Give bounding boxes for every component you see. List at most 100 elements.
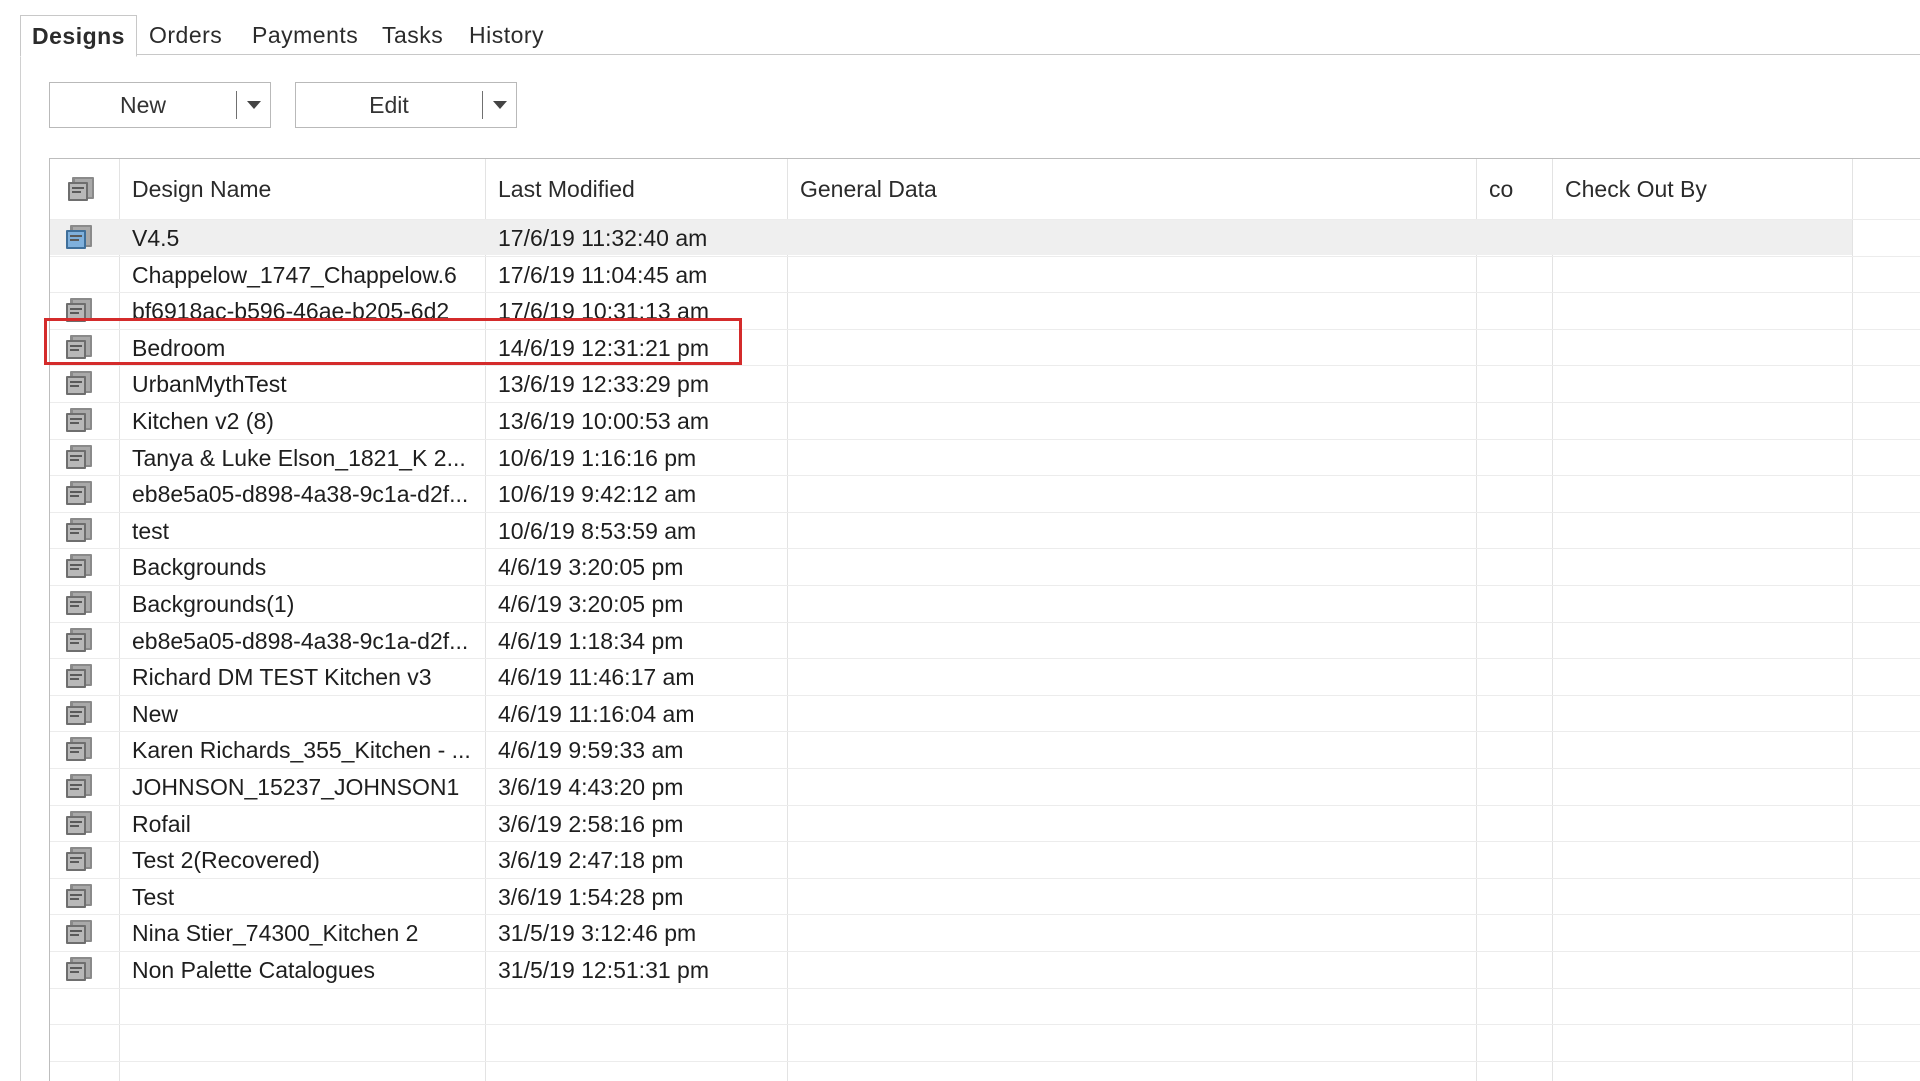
table-row[interactable]: Rofail 3/6/19 2:58:16 pm bbox=[50, 805, 1920, 841]
design-name-cell[interactable]: Test bbox=[119, 878, 485, 914]
general-data-cell[interactable] bbox=[787, 329, 1476, 365]
check-out-by-cell[interactable] bbox=[1552, 585, 1852, 621]
table-row[interactable]: Bedroom 14/6/19 12:31:21 pm bbox=[50, 329, 1920, 365]
table-row[interactable]: V4.5 17/6/19 11:32:40 am bbox=[50, 219, 1920, 255]
design-name-cell[interactable]: Kitchen v2 (8) bbox=[119, 402, 485, 438]
row-icon-cell[interactable] bbox=[50, 731, 119, 767]
table-row[interactable]: bf6918ac-b596-46ae-b205-6d2 17/6/19 10:31… bbox=[50, 292, 1920, 328]
check-out-by-cell[interactable] bbox=[1552, 365, 1852, 401]
general-data-cell[interactable] bbox=[787, 402, 1476, 438]
general-data-cell[interactable] bbox=[787, 731, 1476, 767]
row-icon-cell[interactable] bbox=[50, 329, 119, 365]
table-row[interactable]: Non Palette Catalogues 31/5/19 12:51:31 p… bbox=[50, 951, 1920, 987]
row-icon-cell[interactable] bbox=[50, 914, 119, 950]
check-out-by-cell[interactable] bbox=[1552, 402, 1852, 438]
table-row[interactable]: Backgrounds 4/6/19 3:20:05 pm bbox=[50, 548, 1920, 584]
check-out-by-cell[interactable] bbox=[1552, 256, 1852, 292]
last-modified-cell[interactable]: 14/6/19 12:31:21 pm bbox=[485, 329, 787, 365]
last-modified-cell[interactable]: 3/6/19 1:54:28 pm bbox=[485, 878, 787, 914]
design-name-cell[interactable]: Chappelow_1747_Chappelow.6 bbox=[119, 256, 485, 292]
last-modified-cell[interactable]: 4/6/19 11:46:17 am bbox=[485, 658, 787, 694]
last-modified-cell[interactable]: 10/6/19 8:53:59 am bbox=[485, 512, 787, 548]
co-cell[interactable] bbox=[1476, 402, 1552, 438]
row-icon-cell[interactable] bbox=[50, 585, 119, 621]
check-out-by-cell[interactable] bbox=[1552, 841, 1852, 877]
last-modified-cell[interactable]: 31/5/19 3:12:46 pm bbox=[485, 914, 787, 950]
table-row[interactable]: Test 2(Recovered) 3/6/19 2:47:18 pm bbox=[50, 841, 1920, 877]
co-cell[interactable] bbox=[1476, 695, 1552, 731]
last-modified-cell[interactable]: 17/6/19 11:04:45 am bbox=[485, 256, 787, 292]
table-row[interactable]: eb8e5a05-d898-4a38-9c1a-d2f... 4/6/19 1:1… bbox=[50, 622, 1920, 658]
check-out-by-cell[interactable] bbox=[1552, 512, 1852, 548]
row-icon-cell[interactable] bbox=[50, 292, 119, 328]
row-icon-cell[interactable] bbox=[50, 512, 119, 548]
co-cell[interactable] bbox=[1476, 585, 1552, 621]
co-cell[interactable] bbox=[1476, 548, 1552, 584]
design-name-cell[interactable]: test bbox=[119, 512, 485, 548]
co-cell[interactable] bbox=[1476, 475, 1552, 511]
row-icon-cell[interactable] bbox=[50, 548, 119, 584]
general-data-cell[interactable] bbox=[787, 548, 1476, 584]
general-data-cell[interactable] bbox=[787, 951, 1476, 987]
table-row[interactable]: Tanya & Luke Elson_1821_K 2... 10/6/19 1:… bbox=[50, 439, 1920, 475]
co-cell[interactable] bbox=[1476, 219, 1552, 255]
design-name-cell[interactable]: eb8e5a05-d898-4a38-9c1a-d2f... bbox=[119, 622, 485, 658]
general-data-cell[interactable] bbox=[787, 585, 1476, 621]
table-row[interactable]: UrbanMythTest 13/6/19 12:33:29 pm bbox=[50, 365, 1920, 401]
last-modified-cell[interactable]: 4/6/19 11:16:04 am bbox=[485, 695, 787, 731]
check-out-by-cell[interactable] bbox=[1552, 622, 1852, 658]
header-icon-cell[interactable] bbox=[50, 159, 119, 219]
last-modified-cell[interactable]: 13/6/19 10:00:53 am bbox=[485, 402, 787, 438]
co-cell[interactable] bbox=[1476, 951, 1552, 987]
design-name-cell[interactable]: Bedroom bbox=[119, 329, 485, 365]
table-row[interactable]: New 4/6/19 11:16:04 am bbox=[50, 695, 1920, 731]
check-out-by-cell[interactable] bbox=[1552, 731, 1852, 767]
general-data-cell[interactable] bbox=[787, 622, 1476, 658]
tab-payments[interactable]: Payments bbox=[252, 15, 358, 55]
check-out-by-cell[interactable] bbox=[1552, 805, 1852, 841]
row-icon-cell[interactable] bbox=[50, 658, 119, 694]
design-name-cell[interactable]: eb8e5a05-d898-4a38-9c1a-d2f... bbox=[119, 475, 485, 511]
co-cell[interactable] bbox=[1476, 439, 1552, 475]
design-name-cell[interactable]: Karen Richards_355_Kitchen - ... bbox=[119, 731, 485, 767]
last-modified-cell[interactable]: 3/6/19 4:43:20 pm bbox=[485, 768, 787, 804]
table-row[interactable]: Chappelow_1747_Chappelow.6 17/6/19 11:04:… bbox=[50, 256, 1920, 292]
last-modified-cell[interactable]: 3/6/19 2:58:16 pm bbox=[485, 805, 787, 841]
design-name-cell[interactable]: UrbanMythTest bbox=[119, 365, 485, 401]
design-name-cell[interactable]: Richard DM TEST Kitchen v3 bbox=[119, 658, 485, 694]
co-cell[interactable] bbox=[1476, 805, 1552, 841]
general-data-cell[interactable] bbox=[787, 805, 1476, 841]
check-out-by-cell[interactable] bbox=[1552, 439, 1852, 475]
last-modified-cell[interactable]: 17/6/19 10:31:13 am bbox=[485, 292, 787, 328]
row-icon-cell[interactable] bbox=[50, 878, 119, 914]
table-row[interactable]: JOHNSON_15237_JOHNSON1 3/6/19 4:43:20 pm bbox=[50, 768, 1920, 804]
tab-tasks[interactable]: Tasks bbox=[382, 15, 443, 55]
check-out-by-cell[interactable] bbox=[1552, 695, 1852, 731]
last-modified-cell[interactable]: 13/6/19 12:33:29 pm bbox=[485, 365, 787, 401]
column-header-last-modified[interactable]: Last Modified bbox=[485, 159, 787, 219]
column-header-design-name[interactable]: Design Name bbox=[119, 159, 485, 219]
general-data-cell[interactable] bbox=[787, 841, 1476, 877]
table-row[interactable]: test 10/6/19 8:53:59 am bbox=[50, 512, 1920, 548]
design-name-cell[interactable]: bf6918ac-b596-46ae-b205-6d2 bbox=[119, 292, 485, 328]
row-icon-cell[interactable] bbox=[50, 475, 119, 511]
check-out-by-cell[interactable] bbox=[1552, 878, 1852, 914]
check-out-by-cell[interactable] bbox=[1552, 768, 1852, 804]
design-name-cell[interactable]: Non Palette Catalogues bbox=[119, 951, 485, 987]
general-data-cell[interactable] bbox=[787, 512, 1476, 548]
check-out-by-cell[interactable] bbox=[1552, 329, 1852, 365]
general-data-cell[interactable] bbox=[787, 768, 1476, 804]
general-data-cell[interactable] bbox=[787, 914, 1476, 950]
check-out-by-cell[interactable] bbox=[1552, 219, 1852, 255]
general-data-cell[interactable] bbox=[787, 439, 1476, 475]
edit-button[interactable]: Edit bbox=[296, 83, 482, 127]
check-out-by-cell[interactable] bbox=[1552, 475, 1852, 511]
row-icon-cell[interactable] bbox=[50, 439, 119, 475]
co-cell[interactable] bbox=[1476, 292, 1552, 328]
co-cell[interactable] bbox=[1476, 914, 1552, 950]
co-cell[interactable] bbox=[1476, 658, 1552, 694]
edit-dropdown-chevron-down-icon[interactable] bbox=[484, 83, 516, 127]
last-modified-cell[interactable]: 4/6/19 9:59:33 am bbox=[485, 731, 787, 767]
co-cell[interactable] bbox=[1476, 731, 1552, 767]
table-row[interactable]: Test 3/6/19 1:54:28 pm bbox=[50, 878, 1920, 914]
